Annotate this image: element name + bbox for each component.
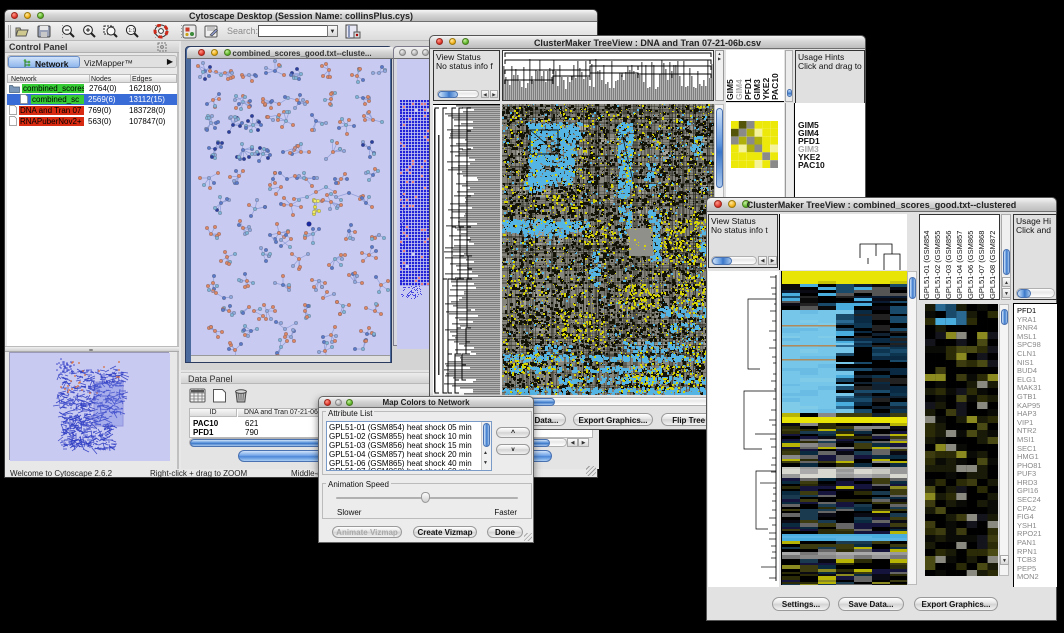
svg-text:GPL51-04 (GSM857: GPL51-04 (GSM857 bbox=[955, 231, 964, 299]
svg-text:PAC10: PAC10 bbox=[770, 73, 780, 100]
svg-text:GPL51-01 (GSM854: GPL51-01 (GSM854 bbox=[922, 231, 931, 299]
svg-text:GPL51-03 (GSM856: GPL51-03 (GSM856 bbox=[944, 231, 953, 299]
svg-text:GPL51-06 (GSM865: GPL51-06 (GSM865 bbox=[966, 231, 975, 299]
svg-text:GPL51-08 (GSM872: GPL51-08 (GSM872 bbox=[988, 231, 997, 299]
svg-text:GPL51-07 (GSM868: GPL51-07 (GSM868 bbox=[977, 231, 986, 299]
svg-text:GPL51-02 (GSM855: GPL51-02 (GSM855 bbox=[933, 231, 942, 299]
svg-text:1:1: 1:1 bbox=[128, 28, 135, 34]
